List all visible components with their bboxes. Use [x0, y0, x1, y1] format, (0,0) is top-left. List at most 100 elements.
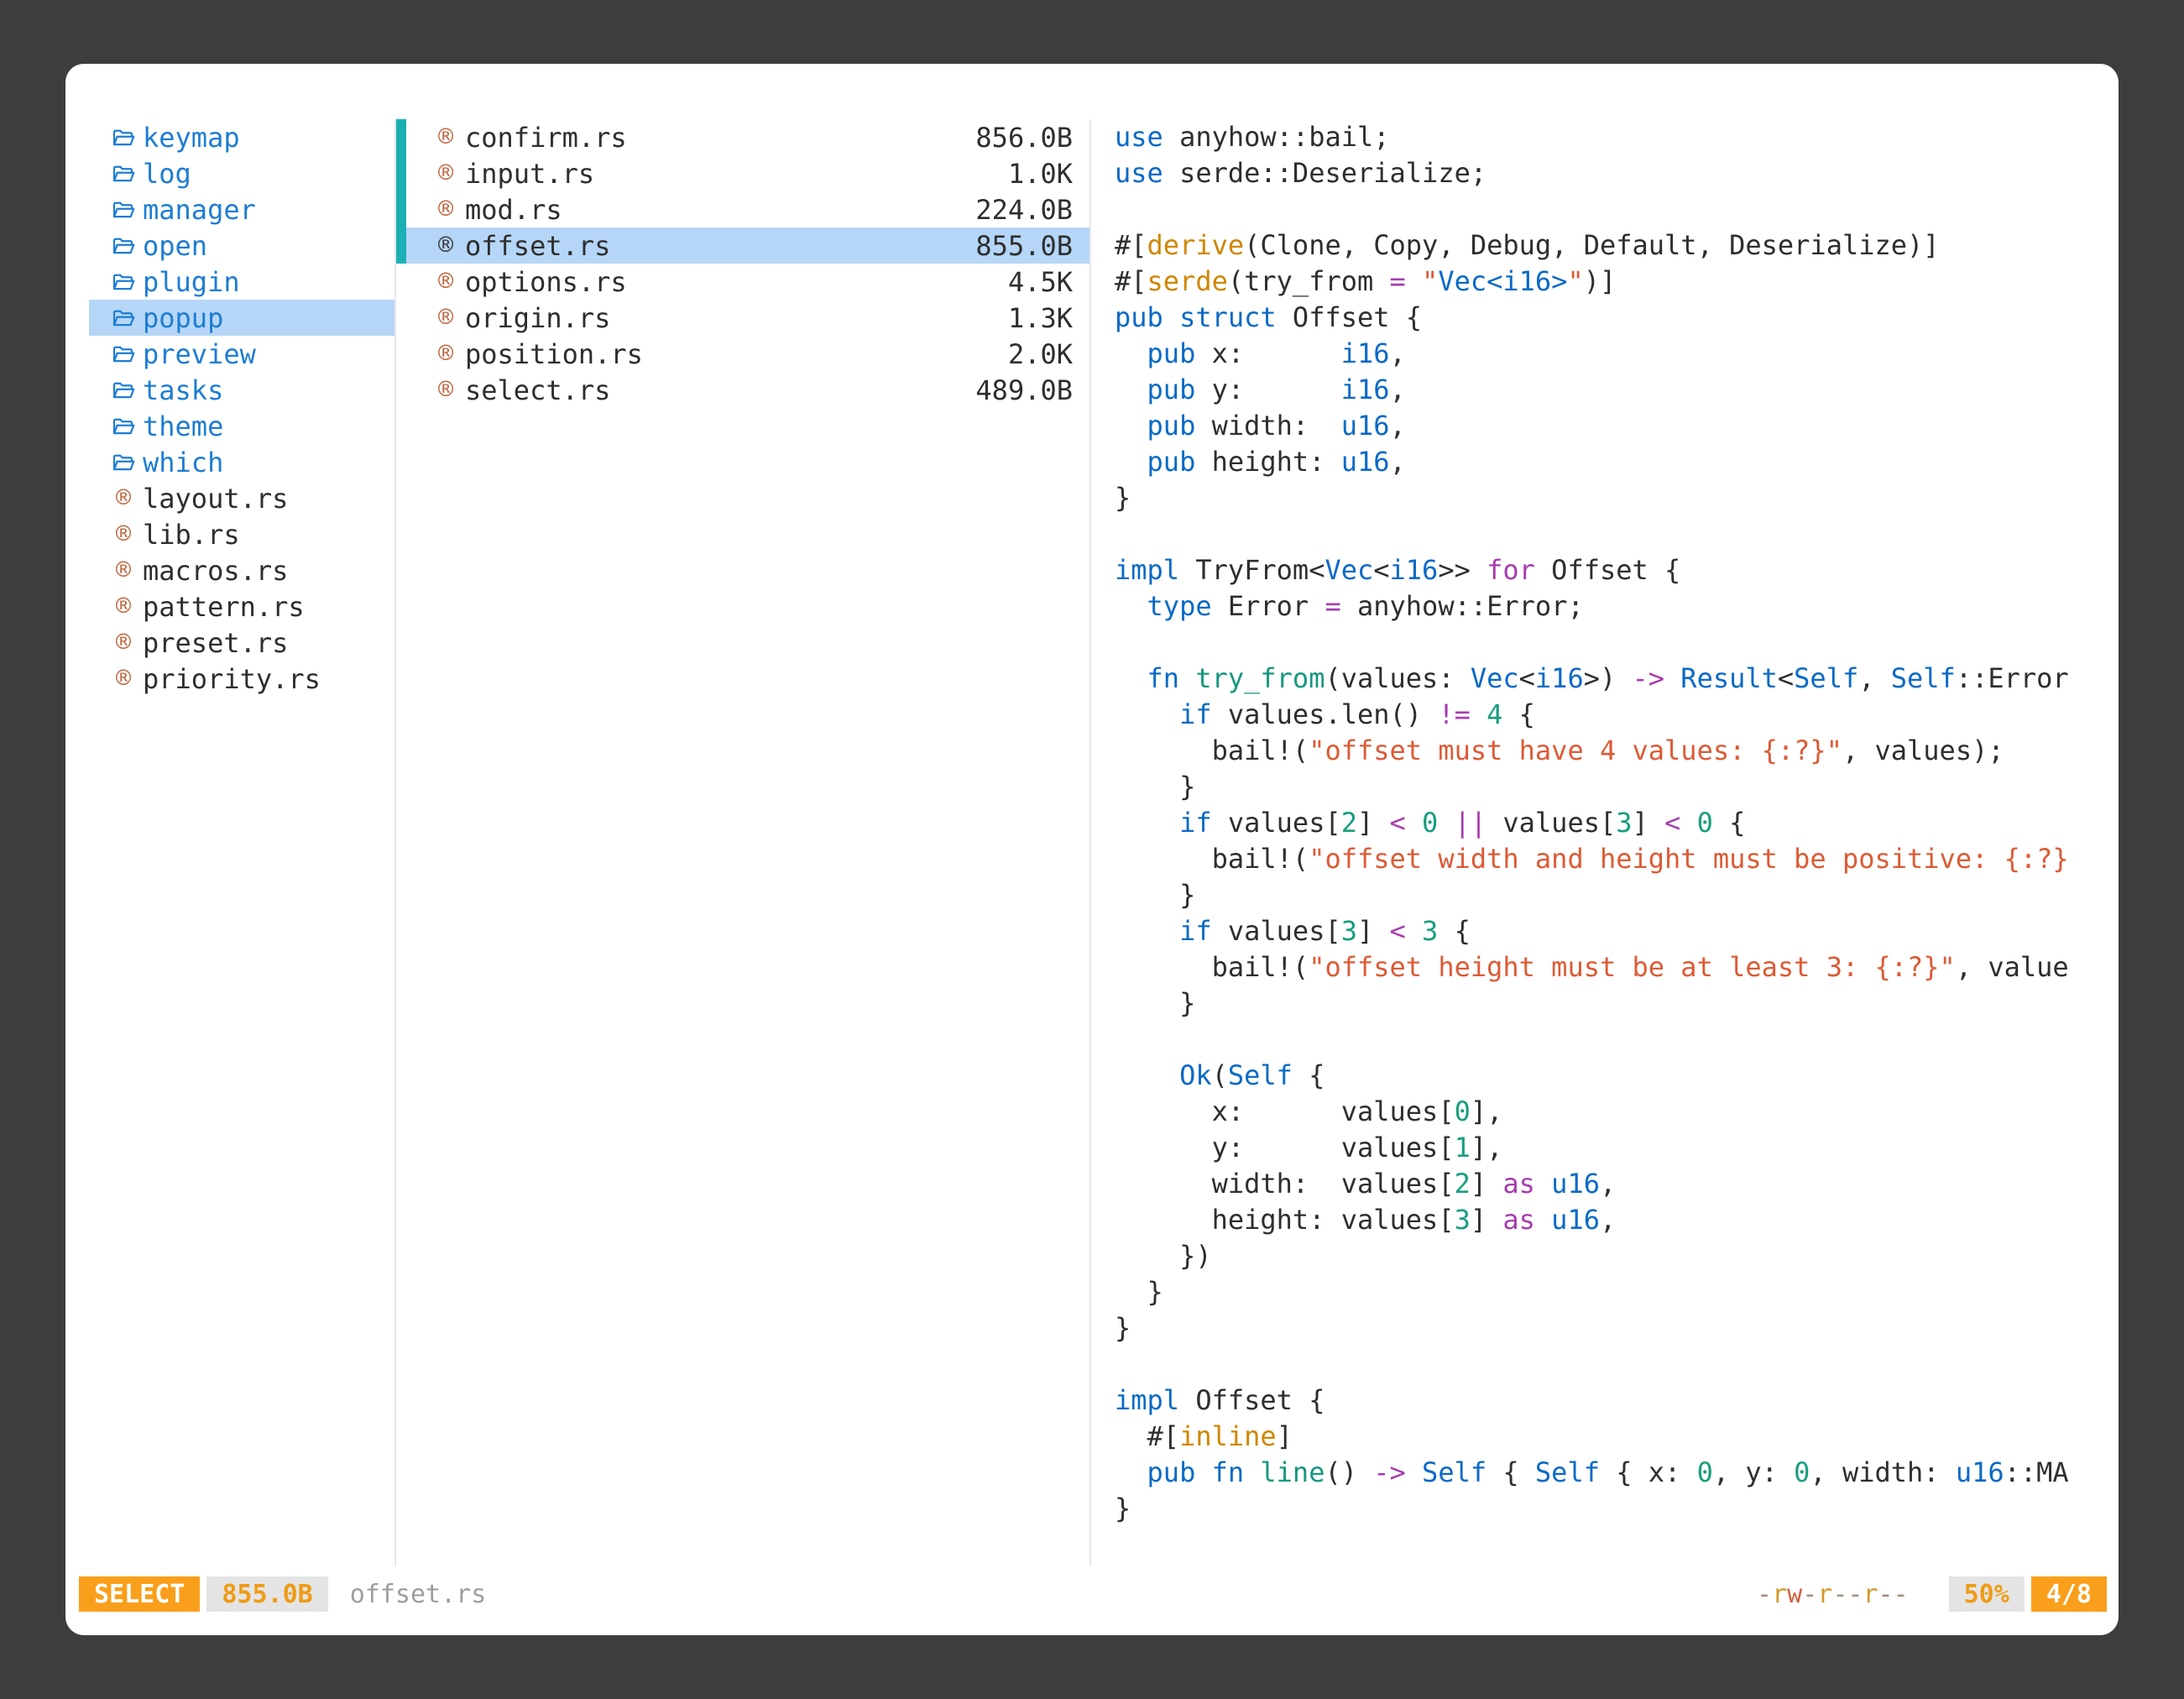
entry-label: preview — [143, 338, 256, 370]
code-line: if values[3] < 3 { — [1115, 913, 2097, 949]
code-line: pub height: u16, — [1115, 444, 2097, 480]
sidebar-item-which[interactable]: which — [89, 444, 394, 480]
sidebar-item-theme[interactable]: theme — [89, 408, 394, 444]
folder-open-icon — [111, 162, 136, 186]
sidebar-item-layout-rs[interactable]: ®layout.rs — [89, 480, 394, 516]
code-line — [1115, 1346, 2097, 1383]
permissions: -rw-r--r-- — [1757, 1580, 1909, 1609]
file-item-options-rs[interactable]: ®options.rs4.5K — [396, 264, 1089, 300]
entry-label: macros.rs — [143, 555, 288, 587]
file-item-mod-rs[interactable]: ®mod.rs 224.0B — [396, 191, 1089, 227]
current-pane: ®confirm.rs856.0B®input.rs1.0K®mod.rs224… — [394, 119, 1089, 1566]
entry-label: popup — [143, 302, 223, 334]
code-line: height: values[3] as u16, — [1115, 1202, 2097, 1238]
code-line: #[serde(try_from = "Vec<i16>")] — [1115, 264, 2097, 300]
code-line: type Error = anyhow::Error; — [1115, 588, 2097, 625]
file-size-badge: 855.0B — [206, 1576, 327, 1612]
rust-file-icon: ® — [433, 375, 458, 405]
mode-badge: SELECT — [79, 1576, 200, 1612]
selected-marker — [396, 155, 406, 191]
selected-marker — [396, 191, 406, 227]
preview-pane[interactable]: use anyhow::bail;use serde::Deserialize;… — [1089, 119, 2097, 1566]
folder-open-icon — [111, 379, 136, 402]
file-size: 856.0B — [975, 122, 1073, 154]
rust-file-icon: ® — [433, 267, 458, 296]
file-size: 1.3K — [1008, 302, 1073, 334]
rust-file-icon: ® — [433, 195, 458, 224]
entry-label: manager — [143, 194, 256, 226]
code-line: } — [1115, 877, 2097, 913]
code-line: } — [1115, 1491, 2097, 1527]
sidebar-item-pattern-rs[interactable]: ®pattern.rs — [89, 588, 394, 625]
code-line: pub width: u16, — [1115, 408, 2097, 444]
entry-label: log — [143, 158, 191, 190]
sidebar-item-plugin[interactable]: plugin — [89, 264, 394, 300]
status-right: -rw-r--r-- 50% 4/8 — [1757, 1576, 2107, 1612]
entry-label: input.rs — [465, 158, 594, 190]
code-line: bail!("offset height must be at least 3:… — [1115, 949, 2097, 985]
entry-label: position.rs — [465, 338, 643, 370]
entry-label: lib.rs — [143, 519, 240, 551]
sidebar-item-manager[interactable]: manager — [89, 191, 394, 227]
file-item-position-rs[interactable]: ®position.rs2.0K — [396, 336, 1089, 372]
sidebar-item-tasks[interactable]: tasks — [89, 372, 394, 408]
file-size: 1.0K — [1008, 158, 1073, 190]
folder-open-icon — [111, 415, 136, 438]
sidebar-item-log[interactable]: log — [89, 155, 394, 191]
sidebar-item-lib-rs[interactable]: ®lib.rs — [89, 516, 394, 552]
folder-open-icon — [111, 451, 136, 474]
code-line: } — [1115, 985, 2097, 1022]
folder-open-icon — [111, 342, 136, 366]
code-line: pub struct Offset { — [1115, 300, 2097, 336]
rust-file-icon: ® — [433, 123, 458, 152]
scroll-percent-badge: 50% — [1949, 1576, 2025, 1612]
entry-label: plugin — [143, 266, 240, 298]
entry-label: open — [143, 230, 207, 262]
rust-file-icon: ® — [111, 628, 136, 657]
sidebar-item-priority-rs[interactable]: ®priority.rs — [89, 661, 394, 697]
sidebar-item-preview[interactable]: preview — [89, 336, 394, 372]
rust-file-icon: ® — [433, 303, 458, 332]
entry-label: keymap — [143, 122, 240, 154]
code-line — [1115, 516, 2097, 552]
code-line: if values.len() != 4 { — [1115, 697, 2097, 733]
entry-label: tasks — [143, 374, 223, 406]
code-line: pub fn line() -> Self { Self { x: 0, y: … — [1115, 1455, 2097, 1491]
code-line: if values[2] < 0 || values[3] < 0 { — [1115, 805, 2097, 841]
code-line: fn try_from(values: Vec<i16>) -> Result<… — [1115, 661, 2097, 697]
yazi-window: keymap log manager open plugin popup preview ta… — [65, 64, 2119, 1635]
folder-open-icon — [111, 198, 136, 222]
sidebar-item-macros-rs[interactable]: ®macros.rs — [89, 552, 394, 588]
code-line: width: values[2] as u16, — [1115, 1166, 2097, 1202]
sidebar-item-preset-rs[interactable]: ®preset.rs — [89, 625, 394, 661]
entry-label: pattern.rs — [143, 591, 305, 623]
file-size: 2.0K — [1008, 338, 1073, 370]
sidebar-item-keymap[interactable]: keymap — [89, 119, 394, 155]
entry-label: select.rs — [465, 374, 610, 406]
code-line: impl Offset { — [1115, 1383, 2097, 1419]
entry-label: layout.rs — [143, 483, 288, 515]
status-bar: SELECT 855.0B offset.rs -rw-r--r-- 50% 4… — [65, 1566, 2119, 1635]
file-item-origin-rs[interactable]: ®origin.rs1.3K — [396, 300, 1089, 336]
folder-open-icon — [111, 126, 136, 149]
sidebar-item-open[interactable]: open — [89, 227, 394, 264]
code-line: use serde::Deserialize; — [1115, 155, 2097, 191]
status-filename: offset.rs — [350, 1580, 487, 1609]
sidebar-item-popup[interactable]: popup — [89, 300, 394, 336]
code-line: Ok(Self { — [1115, 1058, 2097, 1094]
entry-label: mod.rs — [465, 194, 562, 226]
folder-open-icon — [111, 270, 136, 294]
file-item-select-rs[interactable]: ®select.rs 489.0B — [396, 372, 1089, 408]
file-item-confirm-rs[interactable]: ®confirm.rs 856.0B — [396, 119, 1089, 155]
entry-label: confirm.rs — [465, 122, 627, 154]
panes: keymap log manager open plugin popup preview ta… — [65, 64, 2119, 1566]
selected-marker — [396, 227, 406, 264]
rust-file-icon: ® — [111, 520, 136, 549]
file-item-input-rs[interactable]: ®input.rs1.0K — [396, 155, 1089, 191]
code-line: } — [1115, 769, 2097, 805]
file-size: 489.0B — [975, 374, 1073, 406]
entry-label: options.rs — [465, 266, 627, 298]
file-item-offset-rs[interactable]: ®offset.rs855.0B — [396, 227, 1089, 264]
selected-marker — [396, 119, 406, 155]
file-size: 224.0B — [975, 194, 1073, 226]
